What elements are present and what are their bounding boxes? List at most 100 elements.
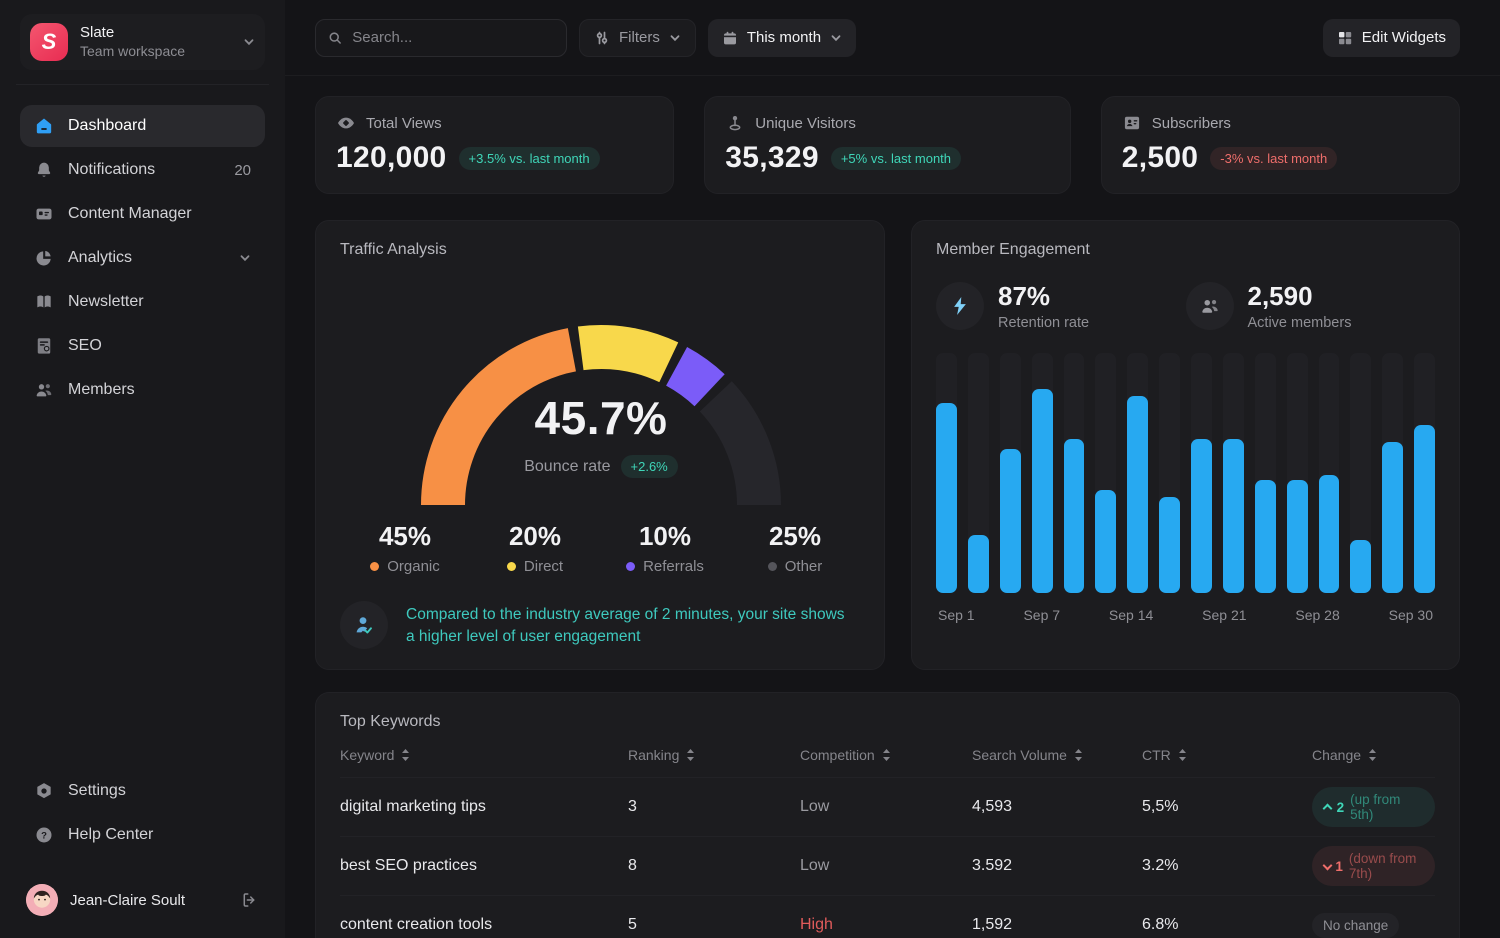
bar xyxy=(1382,353,1403,593)
gauge-segment-referrals xyxy=(677,366,710,390)
bounce-rate-label: Bounce rate xyxy=(524,458,610,476)
home-icon xyxy=(34,116,54,136)
sidebar-item-label: Settings xyxy=(68,782,251,800)
cell-keyword: content creation tools xyxy=(340,916,628,934)
traffic-legend: 45% Organic 20% Direct 10% Referrals 25%… xyxy=(340,521,860,575)
sidebar-item-members[interactable]: Members xyxy=(20,369,265,411)
legend-label: Direct xyxy=(524,558,563,575)
gauge-segment-direct xyxy=(581,347,669,362)
avatar xyxy=(26,884,58,916)
cell-volume: 4,593 xyxy=(972,798,1142,816)
search-icon xyxy=(328,30,342,46)
stat-label: Unique Visitors xyxy=(755,115,856,132)
bar-x-axis-labels: Sep 1 Sep 7 Sep 14 Sep 21 Sep 28 Sep 30 xyxy=(936,607,1435,623)
bar xyxy=(1032,353,1053,593)
filters-label: Filters xyxy=(619,29,660,46)
col-header-keyword[interactable]: Keyword xyxy=(340,747,628,763)
calendar-icon xyxy=(722,30,738,46)
middle-row: Traffic Analysis 45.7% Bounce rate +2.6%… xyxy=(315,220,1460,670)
gear-icon xyxy=(34,781,54,801)
legend-percent: 45% xyxy=(340,521,470,552)
period-selector[interactable]: This month xyxy=(708,19,856,57)
change-badge: 2(up from 5th) xyxy=(1312,787,1435,827)
bounce-rate-value: 45.7% xyxy=(340,391,862,445)
active-members-value: 2,590 xyxy=(1248,281,1352,312)
x-tick: Sep 30 xyxy=(1389,607,1433,623)
cell-ctr: 5,5% xyxy=(1142,798,1312,816)
chevron-down-icon xyxy=(669,32,681,44)
col-header-change[interactable]: Change xyxy=(1312,747,1435,763)
x-tick: Sep 14 xyxy=(1109,607,1153,623)
col-header-ranking[interactable]: Ranking xyxy=(628,747,800,763)
legend-item-referrals: 10% Referrals xyxy=(600,521,730,575)
search-box[interactable] xyxy=(315,19,567,57)
sidebar-item-notifications[interactable]: Notifications 20 xyxy=(20,149,265,191)
sort-icon xyxy=(1368,749,1377,761)
col-header-search-volume[interactable]: Search Volume xyxy=(972,747,1142,763)
workspace-name: Slate xyxy=(80,24,231,43)
lightning-icon xyxy=(949,295,971,317)
search-input[interactable] xyxy=(352,29,554,46)
engagement-note: Compared to the industry average of 2 mi… xyxy=(340,601,860,649)
period-label: This month xyxy=(747,29,821,46)
sidebar-item-dashboard[interactable]: Dashboard xyxy=(20,105,265,147)
bar xyxy=(1255,353,1276,593)
col-header-competition[interactable]: Competition xyxy=(800,747,972,763)
sidebar: S Slate Team workspace Dashboard Notific… xyxy=(0,0,285,938)
main-area: Filters This month Edit Widgets Total Vi… xyxy=(285,0,1500,938)
x-tick: Sep 7 xyxy=(1023,607,1060,623)
pie-chart-icon xyxy=(34,248,54,268)
active-members-label: Active members xyxy=(1248,315,1352,331)
stat-value: 35,329 xyxy=(725,141,819,175)
divider xyxy=(16,84,269,85)
card-title: Traffic Analysis xyxy=(340,241,860,259)
stat-delta-badge: +3.5% vs. last month xyxy=(459,147,600,170)
workspace-switcher[interactable]: S Slate Team workspace xyxy=(20,14,265,70)
activity-bar-chart: Sep 1 Sep 7 Sep 14 Sep 21 Sep 28 Sep 30 xyxy=(936,353,1435,623)
edit-widgets-button[interactable]: Edit Widgets xyxy=(1323,19,1460,57)
other-dot xyxy=(768,562,777,571)
table-row[interactable]: best SEO practices 8 Low 3.592 3.2% 1(do… xyxy=(340,836,1435,895)
bar xyxy=(1223,353,1244,593)
member-engagement-card: Member Engagement 87% Retention rate 2,5… xyxy=(911,220,1460,670)
top-keywords-card: Top Keywords Keyword Ranking Competition… xyxy=(315,692,1460,938)
chevron-down-icon xyxy=(243,36,255,48)
sidebar-item-seo[interactable]: SEO xyxy=(20,325,265,367)
table-row[interactable]: content creation tools 5 High 1,592 6.8%… xyxy=(340,895,1435,938)
cell-ranking: 3 xyxy=(628,798,800,816)
bar xyxy=(1095,353,1116,593)
bar xyxy=(1127,353,1148,593)
sidebar-item-content-manager[interactable]: Content Manager xyxy=(20,193,265,235)
sidebar-item-settings[interactable]: Settings xyxy=(20,770,265,812)
retention-value: 87% xyxy=(998,281,1089,312)
cell-keyword: digital marketing tips xyxy=(340,798,628,816)
caret-up-icon xyxy=(1323,803,1331,811)
sort-icon xyxy=(882,749,891,761)
workspace-subtitle: Team workspace xyxy=(80,43,231,61)
engagement-note-text: Compared to the industry average of 2 mi… xyxy=(406,601,851,649)
sidebar-item-analytics[interactable]: Analytics xyxy=(20,237,265,279)
cell-competition: Low xyxy=(800,857,972,875)
col-header-ctr[interactable]: CTR xyxy=(1142,747,1312,763)
bar xyxy=(936,353,957,593)
sidebar-item-help-center[interactable]: ? Help Center xyxy=(20,814,265,856)
visitor-pin-icon xyxy=(725,113,745,133)
card-title: Member Engagement xyxy=(936,241,1435,259)
legend-item-other: 25% Other xyxy=(730,521,860,575)
cell-volume: 3.592 xyxy=(972,857,1142,875)
retention-label: Retention rate xyxy=(998,315,1089,331)
sidebar-item-label: Content Manager xyxy=(68,205,251,223)
user-name: Jean-Claire Soult xyxy=(70,892,229,909)
people-icon xyxy=(34,380,54,400)
card-title: Top Keywords xyxy=(340,713,1435,731)
sidebar-item-newsletter[interactable]: Newsletter xyxy=(20,281,265,323)
stat-delta-badge: +5% vs. last month xyxy=(831,147,961,170)
filters-button[interactable]: Filters xyxy=(579,19,696,57)
user-profile[interactable]: Jean-Claire Soult xyxy=(20,884,265,916)
logout-icon[interactable] xyxy=(241,891,259,909)
table-row[interactable]: digital marketing tips 3 Low 4,593 5,5% … xyxy=(340,777,1435,836)
bar xyxy=(1191,353,1212,593)
change-badge: No change xyxy=(1312,913,1399,938)
sort-icon xyxy=(1074,749,1083,761)
referrals-dot xyxy=(626,562,635,571)
